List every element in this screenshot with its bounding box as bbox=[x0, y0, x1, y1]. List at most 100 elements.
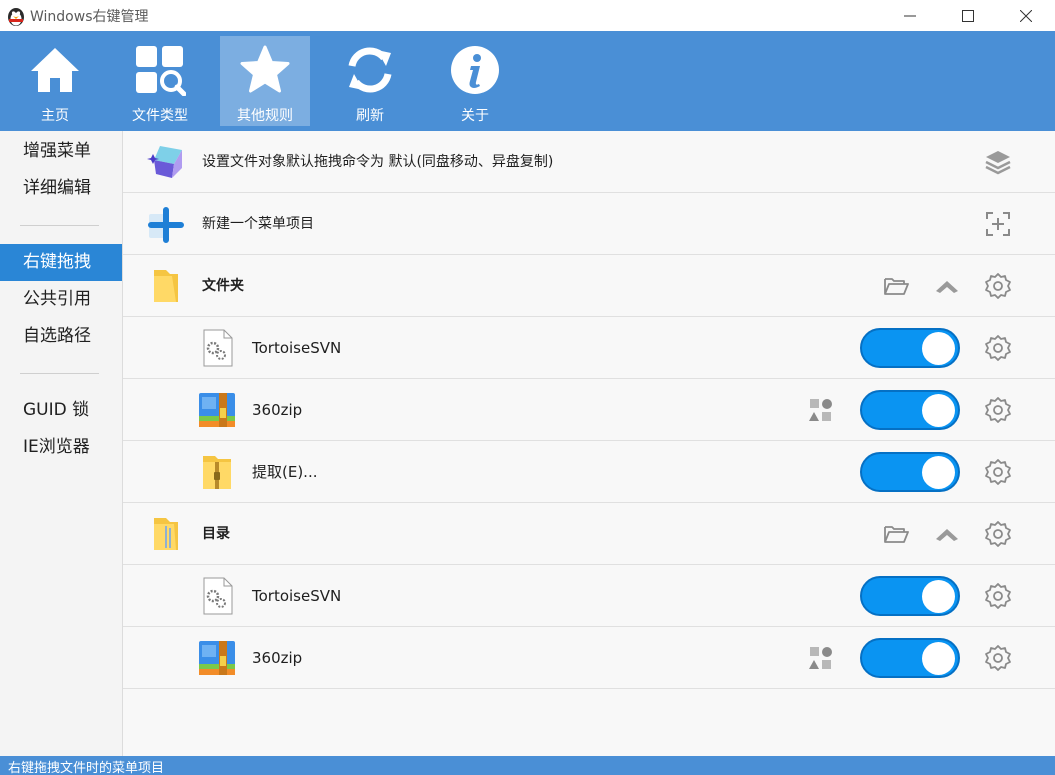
sidebar-item-guid-lock[interactable]: GUID 锁 bbox=[0, 392, 122, 429]
shapes-icon bbox=[809, 647, 832, 669]
folder-group-row: 文件夹 bbox=[123, 255, 1055, 317]
sidebar-item-ie-browser[interactable]: IE浏览器 bbox=[0, 429, 122, 466]
set-default-drag-row[interactable]: 设置文件对象默认拖拽命令为 默认(同盘移动、异盘复制) bbox=[123, 131, 1055, 193]
gear-icon bbox=[985, 335, 1011, 361]
gear-icon bbox=[985, 583, 1011, 609]
toolbar-home-button[interactable]: 主页 bbox=[10, 36, 100, 126]
toolbar-other-rules-label: 其他规则 bbox=[237, 108, 293, 124]
menu-item-label: 360zip bbox=[252, 401, 303, 419]
zip-folder-icon bbox=[197, 452, 237, 492]
settings-file-icon bbox=[197, 576, 237, 616]
gear-icon bbox=[985, 397, 1011, 423]
move-up-button[interactable] bbox=[933, 272, 961, 300]
close-button[interactable] bbox=[997, 0, 1055, 31]
settings-button[interactable] bbox=[984, 272, 1012, 300]
enable-toggle[interactable] bbox=[860, 638, 960, 678]
open-folder-button[interactable] bbox=[882, 272, 910, 300]
window-controls bbox=[881, 0, 1055, 31]
enable-toggle[interactable] bbox=[860, 328, 960, 368]
settings-button[interactable] bbox=[984, 334, 1012, 362]
menu-item-label: TortoiseSVN bbox=[252, 339, 342, 357]
minimize-button[interactable] bbox=[881, 0, 939, 31]
sidebar: 增强菜单 详细编辑 右键拖拽 公共引用 自选路径 GUID 锁 IE浏览器 bbox=[0, 131, 123, 756]
maximize-button[interactable] bbox=[939, 0, 997, 31]
sidebar-divider bbox=[20, 373, 99, 374]
toolbar-file-types-button[interactable]: 文件类型 bbox=[115, 36, 205, 126]
sidebar-item-drag-drop[interactable]: 右键拖拽 bbox=[0, 244, 122, 281]
menu-item-row: TortoiseSVN bbox=[123, 565, 1055, 627]
shapes-icon bbox=[809, 399, 832, 421]
menu-item-row: 360zip bbox=[123, 627, 1055, 689]
menu-item-label: 提取(E)... bbox=[252, 463, 318, 481]
close-icon bbox=[1020, 9, 1032, 22]
toolbar-refresh-label: 刷新 bbox=[356, 108, 384, 124]
sidebar-item-public-refs[interactable]: 公共引用 bbox=[0, 281, 122, 318]
folder-group-label: 文件夹 bbox=[202, 278, 244, 294]
enable-toggle[interactable] bbox=[860, 576, 960, 616]
gear-icon bbox=[985, 459, 1011, 485]
menu-item-label: TortoiseSVN bbox=[252, 587, 342, 605]
sidebar-item-custom-path[interactable]: 自选路径 bbox=[0, 318, 122, 355]
add-item-button[interactable] bbox=[984, 210, 1012, 238]
toolbar-about-button[interactable]: 关于 bbox=[430, 36, 520, 126]
status-bar: 右键拖拽文件时的菜单项目 bbox=[0, 756, 1055, 775]
toolbar-home-label: 主页 bbox=[41, 108, 69, 124]
toolbar-file-types-label: 文件类型 bbox=[132, 108, 188, 124]
open-folder-button[interactable] bbox=[882, 520, 910, 548]
menu-item-row: 提取(E)... bbox=[123, 441, 1055, 503]
layers-button[interactable] bbox=[984, 148, 1012, 176]
status-text: 右键拖拽文件时的菜单项目 bbox=[8, 761, 165, 775]
sidebar-divider bbox=[20, 225, 99, 226]
new-menu-item-row[interactable]: 新建一个菜单项目 bbox=[123, 193, 1055, 255]
toolbar-refresh-button[interactable]: 刷新 bbox=[325, 36, 415, 126]
archive-360zip-icon bbox=[197, 390, 237, 430]
shapes-button[interactable] bbox=[807, 644, 835, 672]
settings-button[interactable] bbox=[984, 582, 1012, 610]
open-folder-icon bbox=[884, 526, 909, 543]
settings-button[interactable] bbox=[984, 396, 1012, 424]
set-default-drag-label: 设置文件对象默认拖拽命令为 默认(同盘移动、异盘复制) bbox=[202, 154, 554, 170]
directory-group-label: 目录 bbox=[202, 526, 230, 542]
settings-button[interactable] bbox=[984, 644, 1012, 672]
new-menu-item-label: 新建一个菜单项目 bbox=[202, 216, 314, 232]
add-plus-icon bbox=[146, 204, 186, 244]
directory-icon bbox=[146, 514, 186, 554]
move-up-button[interactable] bbox=[933, 520, 961, 548]
title-bar: Windows右键管理 bbox=[0, 0, 1055, 31]
directory-group-row: 目录 bbox=[123, 503, 1055, 565]
toggle-knob bbox=[922, 642, 955, 675]
toggle-knob bbox=[922, 580, 955, 613]
file-type-search-icon bbox=[132, 42, 188, 98]
layers-icon bbox=[985, 151, 1011, 175]
toggle-knob bbox=[922, 456, 955, 489]
info-icon bbox=[447, 42, 503, 98]
gear-icon bbox=[985, 645, 1011, 671]
toggle-knob bbox=[922, 332, 955, 365]
refresh-icon bbox=[342, 42, 398, 98]
folder-icon bbox=[146, 266, 186, 306]
window-title: Windows右键管理 bbox=[30, 8, 149, 25]
home-icon bbox=[27, 42, 83, 98]
settings-button[interactable] bbox=[984, 458, 1012, 486]
chevron-up-icon bbox=[936, 281, 958, 293]
minimize-icon bbox=[904, 15, 916, 16]
menu-item-row: 360zip bbox=[123, 379, 1055, 441]
star-icon bbox=[237, 42, 293, 98]
menu-item-label: 360zip bbox=[252, 649, 303, 667]
enable-toggle[interactable] bbox=[860, 390, 960, 430]
app-logo-icon bbox=[8, 7, 24, 26]
open-folder-icon bbox=[884, 278, 909, 295]
add-focus-icon bbox=[986, 212, 1010, 236]
rule-list: 设置文件对象默认拖拽命令为 默认(同盘移动、异盘复制) 新建一个菜单项目 文件夹… bbox=[123, 131, 1055, 756]
toolbar-other-rules-button[interactable]: 其他规则 bbox=[220, 36, 310, 126]
archive-360zip-icon bbox=[197, 638, 237, 678]
menu-item-row: TortoiseSVN bbox=[123, 317, 1055, 379]
settings-file-icon bbox=[197, 328, 237, 368]
shapes-button[interactable] bbox=[807, 396, 835, 424]
settings-button[interactable] bbox=[984, 520, 1012, 548]
enable-toggle[interactable] bbox=[860, 452, 960, 492]
gear-icon bbox=[985, 521, 1011, 547]
sidebar-item-enhanced-menu[interactable]: 增强菜单 bbox=[0, 133, 122, 170]
chevron-up-icon bbox=[936, 529, 958, 541]
sidebar-item-detailed-edit[interactable]: 详细编辑 bbox=[0, 170, 122, 207]
